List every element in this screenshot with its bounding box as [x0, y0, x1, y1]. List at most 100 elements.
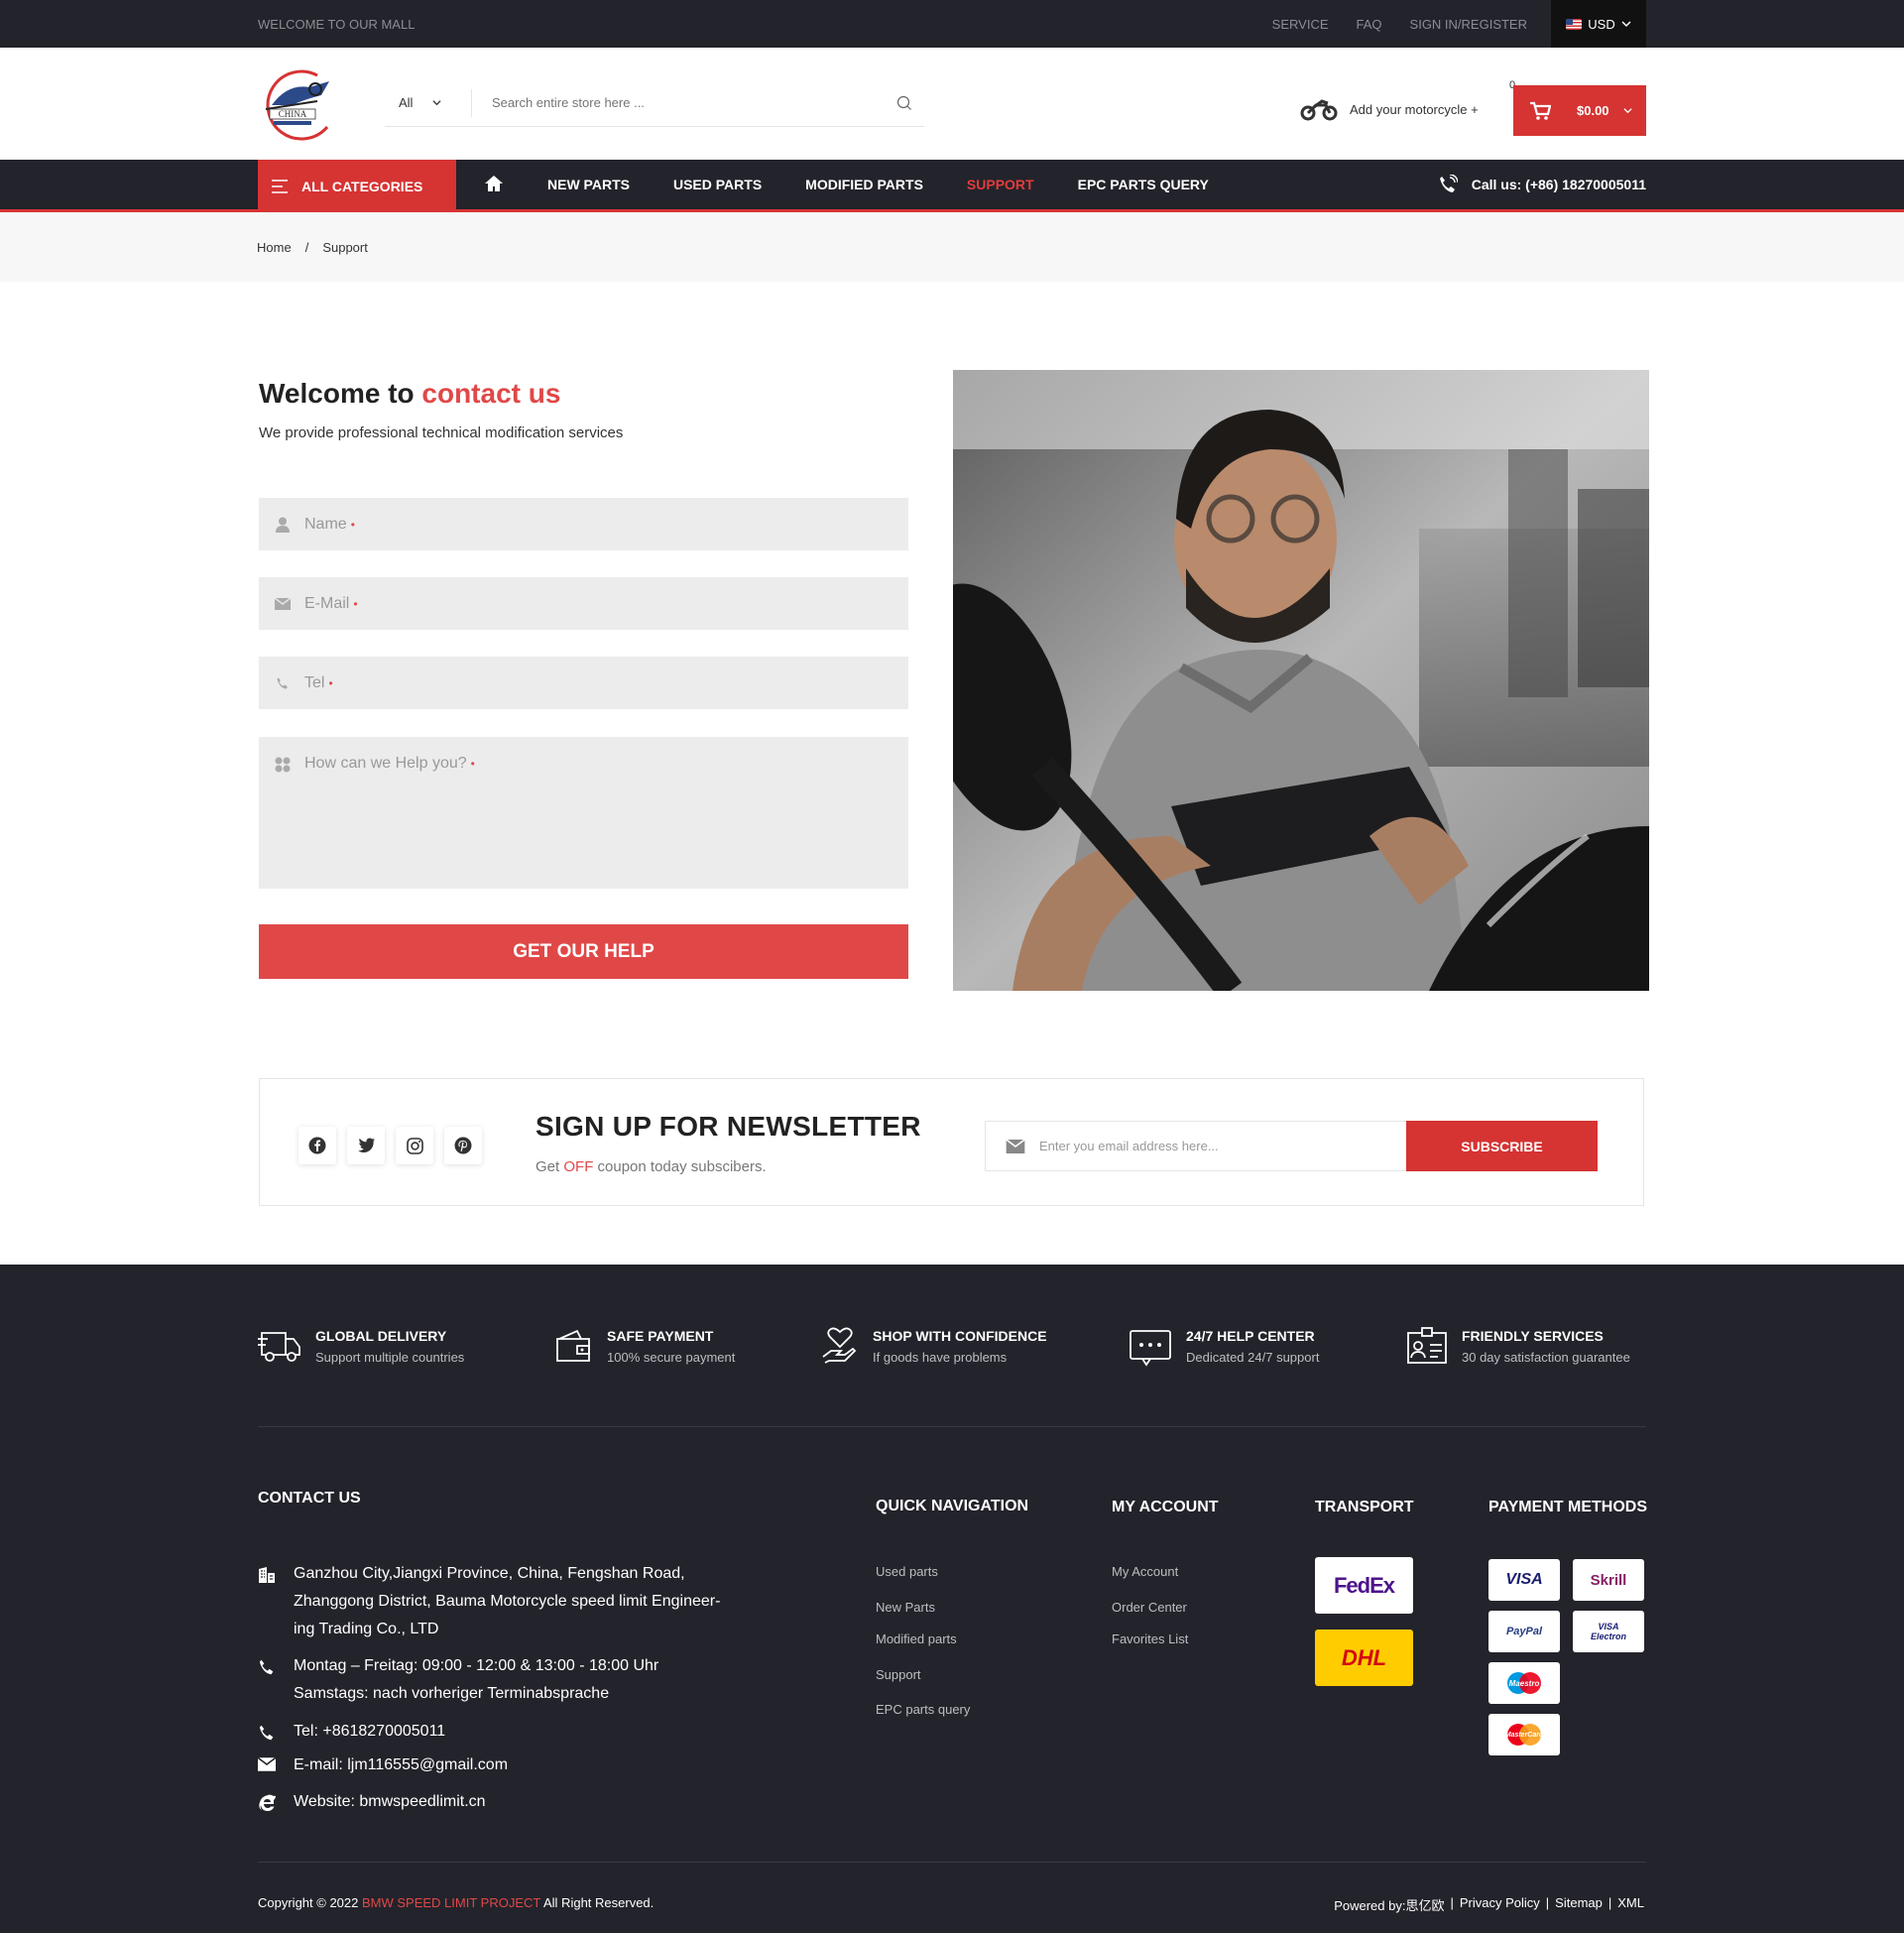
- feature-title: SHOP WITH CONFIDENCE: [873, 1328, 1047, 1344]
- privacy-policy-link[interactable]: Privacy Policy: [1460, 1895, 1540, 1914]
- footer-bottom-links: Powered by:思亿欧 | Privacy Policy | Sitemap |…: [1334, 1895, 1644, 1914]
- twitter-icon[interactable]: [347, 1127, 385, 1164]
- copyright-suffix: All Right Reserved.: [543, 1895, 654, 1910]
- footer-link-new-parts[interactable]: New Parts: [876, 1600, 935, 1615]
- nav-item-epc-parts-query[interactable]: EPC PARTS QUERY: [1078, 177, 1209, 192]
- call-us[interactable]: Call us: (+86) 18270005011: [1438, 160, 1646, 209]
- feature-desc: 100% secure payment: [607, 1350, 736, 1365]
- nav-item-new-parts[interactable]: NEW PARTS: [547, 177, 630, 192]
- sitemap-link[interactable]: Sitemap: [1555, 1895, 1603, 1914]
- footer-link-my-account[interactable]: My Account: [1112, 1564, 1178, 1579]
- all-categories-label: ALL CATEGORIES: [301, 178, 423, 194]
- cart-button[interactable]: $0.00: [1513, 85, 1646, 136]
- footer-link-favorites-list[interactable]: Favorites List: [1112, 1631, 1188, 1646]
- feature-title: 24/7 HELP CENTER: [1186, 1328, 1315, 1344]
- copyright-prefix: Copyright © 2022: [258, 1895, 359, 1910]
- website-text[interactable]: Website: bmwspeedlimit.cn: [294, 1788, 486, 1816]
- phone-icon: [258, 1718, 276, 1746]
- newsletter-placeholder: Enter you email address here...: [1039, 1139, 1219, 1153]
- mastercard-label: MasterCard: [1504, 1731, 1544, 1739]
- tel-text: Tel: +8618270005011: [294, 1723, 446, 1740]
- cart-total: $0.00: [1577, 103, 1609, 118]
- welcome-text: WELCOME TO OUR MALL: [258, 17, 416, 32]
- currency-selector[interactable]: USD: [1551, 0, 1646, 48]
- breadcrumb-separator: /: [304, 240, 309, 255]
- search-icon[interactable]: [885, 95, 924, 111]
- user-icon: [275, 517, 291, 533]
- faq-link[interactable]: FAQ: [1357, 17, 1382, 32]
- maestro-card: Maestro: [1488, 1662, 1560, 1704]
- phone-icon: [275, 676, 291, 690]
- email-field[interactable]: E-Mail •: [259, 577, 908, 630]
- us-flag-icon: [1566, 18, 1583, 30]
- email-line: E-mail: ljm116555@gmail.com: [258, 1752, 508, 1779]
- name-field[interactable]: Name •: [259, 498, 908, 550]
- instagram-icon[interactable]: [396, 1127, 433, 1164]
- search-input[interactable]: [472, 95, 885, 110]
- motorcycle-icon: [1300, 99, 1338, 121]
- envelope-icon: [1006, 1139, 1025, 1153]
- breadcrumb-home[interactable]: Home: [257, 240, 292, 255]
- newsletter-subtitle: Get OFF coupon today subscibers.: [536, 1158, 767, 1175]
- copyright-brand[interactable]: BMW SPEED LIMIT PROJECT: [362, 1895, 540, 1910]
- get-our-help-button[interactable]: GET OUR HELP: [259, 924, 908, 979]
- name-placeholder: Name: [304, 515, 347, 533]
- tel-line: Tel: +8618270005011: [258, 1718, 445, 1746]
- footer-link-support[interactable]: Support: [876, 1667, 921, 1682]
- breadcrumb: Home / Support: [257, 240, 368, 255]
- visa-electron-card: VISA Electron: [1573, 1611, 1644, 1652]
- feature-title: GLOBAL DELIVERY: [315, 1328, 447, 1344]
- chevron-down-icon: [432, 100, 442, 106]
- menu-icon: [272, 179, 288, 193]
- envelope-icon: [258, 1752, 276, 1779]
- email-placeholder: E-Mail: [304, 594, 350, 612]
- message-placeholder: How can we Help you?: [304, 755, 467, 772]
- tel-field[interactable]: Tel •: [259, 657, 908, 709]
- message-field[interactable]: How can we Help you? •: [259, 737, 908, 889]
- subscribe-button[interactable]: SUBSCRIBE: [1406, 1121, 1598, 1171]
- nav-item-used-parts[interactable]: USED PARTS: [673, 177, 762, 192]
- logo-icon: CHINA: [265, 69, 329, 141]
- feature-title: SAFE PAYMENT: [607, 1328, 714, 1344]
- service-link[interactable]: SERVICE: [1272, 17, 1329, 32]
- visa-card: VISA: [1488, 1559, 1560, 1601]
- address-line: Ganzhou City,Jiangxi Province, China, Fe…: [294, 1565, 685, 1582]
- logo[interactable]: CHINA: [258, 65, 343, 143]
- home-icon[interactable]: [484, 175, 504, 195]
- mechanic-photo: [953, 370, 1649, 991]
- transport-heading: TRANSPORT: [1315, 1499, 1414, 1515]
- address: Ganzhou City,Jiangxi Province, China, Fe…: [258, 1560, 720, 1643]
- sign-in-register-link[interactable]: SIGN IN/REGISTER: [1410, 17, 1527, 32]
- tel-placeholder: Tel: [304, 673, 325, 691]
- add-motorcycle-button[interactable]: Add your motorcycle +: [1300, 97, 1479, 121]
- my-account-heading: MY ACCOUNT: [1112, 1499, 1219, 1515]
- footer-link-order-center[interactable]: Order Center: [1112, 1600, 1187, 1615]
- facebook-icon[interactable]: [298, 1127, 336, 1164]
- top-links: SERVICE FAQ SIGN IN/REGISTER: [1272, 17, 1527, 32]
- paypal-card: PayPal: [1488, 1611, 1560, 1652]
- nav-item-support[interactable]: SUPPORT: [967, 177, 1034, 192]
- search-category-select[interactable]: All: [385, 88, 472, 117]
- contact-title-highlight: contact us: [421, 378, 561, 409]
- fedex-logo: FedEx: [1315, 1557, 1413, 1614]
- grid-icon: [275, 755, 291, 773]
- social-links: [298, 1127, 482, 1164]
- address-line: ing Trading Co., LTD: [294, 1621, 439, 1637]
- feature-help-center: 24/7 HELP CENTER Dedicated 24/7 support: [1129, 1327, 1319, 1367]
- currency-label: USD: [1588, 16, 1615, 32]
- feature-shop-with-confidence: SHOP WITH CONFIDENCE If goods have proble…: [821, 1327, 1047, 1367]
- footer-link-used-parts[interactable]: Used parts: [876, 1564, 938, 1579]
- feature-desc: Dedicated 24/7 support: [1186, 1350, 1320, 1365]
- chevron-down-icon: [1622, 108, 1632, 114]
- top-bar: WELCOME TO OUR MALL SERVICE FAQ SIGN IN/…: [0, 0, 1904, 48]
- fedex-label: FedEx: [1333, 1572, 1395, 1598]
- footer-link-modified-parts[interactable]: Modified parts: [876, 1631, 957, 1646]
- newsletter-email-input[interactable]: Enter you email address here...: [985, 1121, 1407, 1171]
- all-categories-button[interactable]: ALL CATEGORIES: [258, 160, 456, 212]
- copyright: Copyright © 2022 BMW SPEED LIMIT PROJECT…: [258, 1895, 654, 1910]
- nav-item-modified-parts[interactable]: MODIFIED PARTS: [805, 177, 923, 192]
- footer-link-epc-parts-query[interactable]: EPC parts query: [876, 1702, 970, 1717]
- pinterest-icon[interactable]: [444, 1127, 482, 1164]
- email-text[interactable]: E-mail: ljm116555@gmail.com: [294, 1752, 508, 1779]
- xml-link[interactable]: XML: [1617, 1895, 1644, 1914]
